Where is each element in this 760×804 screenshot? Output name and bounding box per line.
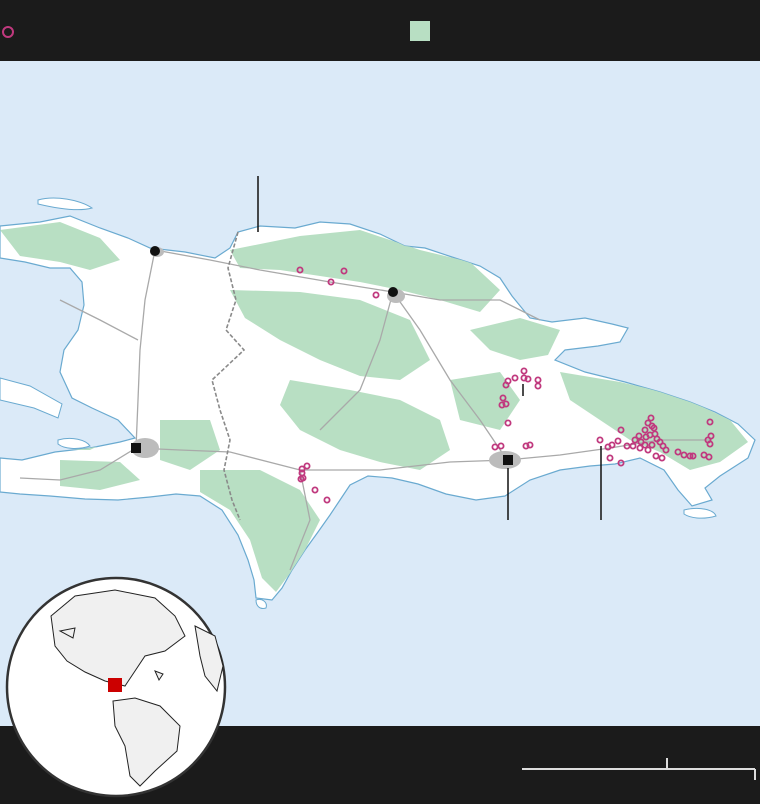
city-dot	[150, 246, 160, 256]
green-square-icon	[410, 21, 430, 41]
locator-globe	[5, 576, 227, 798]
city-dot	[388, 287, 398, 297]
capital-square	[503, 455, 513, 465]
location-highlight	[108, 678, 122, 692]
map-figure	[0, 0, 760, 804]
capital-square	[131, 443, 141, 453]
legend-bar	[0, 0, 760, 61]
open-circle-icon	[2, 26, 14, 38]
